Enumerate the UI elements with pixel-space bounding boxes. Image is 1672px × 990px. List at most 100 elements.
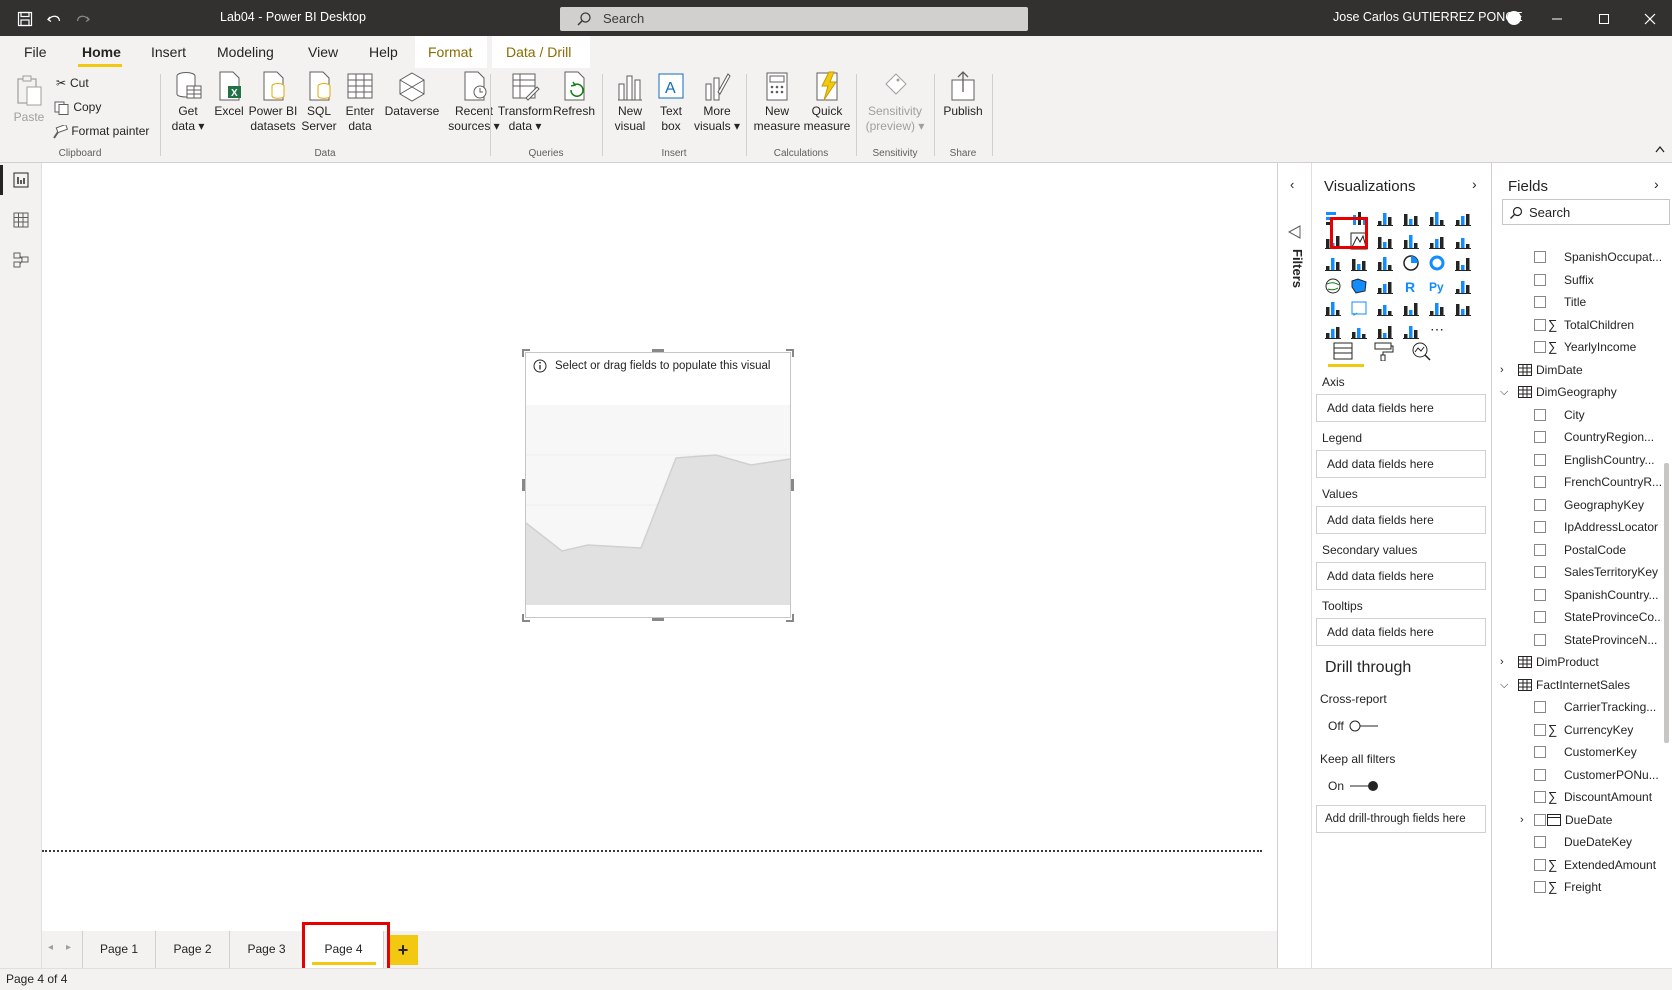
menu-modeling[interactable]: Modeling [217, 44, 274, 60]
filters-pane-collapsed[interactable]: ‹ Filters [1277, 163, 1311, 968]
page-tab-3[interactable]: Page 3 [230, 931, 304, 968]
waterfall-chart-icon[interactable] [1324, 254, 1344, 274]
menu-home[interactable]: Home [82, 44, 121, 60]
field-checkbox[interactable] [1534, 791, 1546, 803]
smart-narrative-icon[interactable] [1376, 322, 1396, 342]
more-visuals-dots-icon[interactable]: ⋯ [1428, 322, 1448, 342]
scatter-chart-icon[interactable] [1376, 254, 1396, 274]
field-checkbox[interactable] [1534, 701, 1546, 713]
values-drop-zone[interactable]: Add data fields here [1316, 506, 1486, 534]
resize-handle[interactable] [522, 479, 525, 491]
legend-drop-zone[interactable]: Add data fields here [1316, 450, 1486, 478]
field-item[interactable]: IpAddressLocator [1492, 515, 1662, 539]
field-item[interactable]: PostalCode [1492, 538, 1662, 562]
chevron-down-icon[interactable]: ⌵ [1500, 673, 1508, 697]
field-checkbox[interactable] [1534, 633, 1546, 646]
key-influencers-icon[interactable] [1454, 299, 1474, 319]
field-item[interactable]: DueDateKey [1492, 830, 1662, 854]
analytics-magnifier-icon[interactable] [1410, 341, 1432, 361]
resize-handle[interactable] [652, 349, 664, 352]
tooltips-drop-zone[interactable]: Add data fields here [1316, 618, 1486, 646]
power-bi-datasets-button[interactable]: Power BI datasets [246, 70, 300, 134]
gauge-icon[interactable] [1376, 277, 1396, 297]
collapse-fields-icon[interactable]: › [1654, 176, 1659, 192]
field-item[interactable]: StateProvinceCo... [1492, 605, 1662, 629]
field-checkbox[interactable] [1534, 881, 1546, 893]
line-stacked-column-icon[interactable] [1428, 232, 1448, 252]
menu-help[interactable]: Help [369, 44, 398, 60]
field-item[interactable]: ∑ ExtendedAmount [1492, 853, 1662, 877]
resize-handle[interactable] [786, 349, 794, 357]
chevron-right-icon[interactable]: › [1500, 650, 1504, 674]
resize-handle[interactable] [652, 618, 664, 621]
secondary-values-drop-zone[interactable]: Add data fields here [1316, 562, 1486, 590]
field-item[interactable]: EnglishCountry... [1492, 448, 1662, 472]
table-icon[interactable] [1350, 299, 1370, 319]
field-checkbox[interactable] [1534, 746, 1546, 758]
qa-icon[interactable] [1350, 322, 1370, 342]
field-checkbox[interactable] [1534, 318, 1546, 331]
matrix-icon[interactable] [1376, 299, 1396, 319]
tab-scroll-right-icon[interactable]: ▸ [66, 942, 71, 953]
map-icon[interactable] [1324, 277, 1344, 297]
field-item[interactable]: City [1492, 403, 1662, 427]
field-item[interactable]: CarrierTracking... [1492, 695, 1662, 719]
chevron-right-icon[interactable]: › [1520, 808, 1524, 832]
clustered-column-chart-icon[interactable] [1402, 209, 1422, 229]
text-box-button[interactable]: A Text box [652, 70, 690, 134]
100pct-bar-chart-icon[interactable] [1428, 209, 1448, 229]
report-canvas[interactable]: ⋯ Select or drag fields to populate this… [42, 163, 1277, 931]
field-item[interactable]: SpanishOccupat... [1492, 245, 1662, 269]
menu-insert[interactable]: Insert [151, 44, 186, 60]
field-item[interactable]: ∑ Freight [1492, 875, 1662, 899]
format-paintroller-icon[interactable] [1372, 341, 1394, 361]
python-visual-icon[interactable] [1428, 299, 1448, 319]
menu-format[interactable]: Format [428, 44, 472, 60]
field-checkbox[interactable] [1534, 296, 1546, 308]
sql-server-button[interactable]: SQL Server [298, 70, 340, 134]
copy-button[interactable]: Copy [54, 100, 101, 115]
tab-scroll-left-icon[interactable]: ◂ [48, 942, 53, 953]
field-checkbox[interactable] [1534, 543, 1546, 556]
kpi-icon[interactable] [1454, 277, 1474, 297]
card-icon[interactable]: R [1402, 277, 1422, 297]
field-item[interactable]: StateProvinceN... [1492, 628, 1662, 652]
r-visual-icon[interactable] [1402, 299, 1422, 319]
field-item[interactable]: FrenchCountryR... [1492, 470, 1662, 494]
user-avatar[interactable] [1507, 11, 1521, 25]
title-search-box[interactable]: Search [560, 7, 1028, 31]
field-checkbox[interactable] [1534, 611, 1546, 623]
collapse-ribbon-icon[interactable] [1654, 144, 1666, 154]
keep-filters-toggle[interactable] [1348, 779, 1380, 793]
paginated-report-icon[interactable] [1402, 322, 1422, 342]
clustered-bar-chart-icon[interactable] [1376, 209, 1396, 229]
axis-drop-zone[interactable]: Add data fields here [1316, 394, 1486, 422]
page-tab-2[interactable]: Page 2 [156, 931, 230, 968]
field-item[interactable]: ∑ TotalChildren [1492, 313, 1662, 337]
field-item[interactable]: CustomerPONu... [1492, 763, 1662, 787]
table-dimdate[interactable]: › DimDate [1492, 358, 1662, 382]
field-checkbox[interactable] [1534, 521, 1546, 533]
cross-report-toggle[interactable] [1348, 719, 1380, 733]
stacked-area-chart-icon[interactable] [1376, 232, 1396, 252]
menu-file[interactable]: File [24, 44, 47, 60]
drill-through-drop-zone[interactable]: Add drill-through fields here [1316, 805, 1486, 833]
field-item[interactable]: SalesTerritoryKey [1492, 560, 1662, 584]
funnel-icon[interactable] [1350, 254, 1370, 274]
field-checkbox[interactable] [1534, 476, 1546, 488]
resize-handle[interactable] [522, 349, 530, 357]
menu-data-drill[interactable]: Data / Drill [506, 44, 571, 60]
resize-handle[interactable] [522, 614, 530, 622]
new-visual-button[interactable]: New visual [608, 70, 652, 134]
transform-data-button[interactable]: Transform data ▾ [496, 70, 554, 134]
slicer-icon[interactable] [1324, 299, 1344, 319]
field-checkbox[interactable] [1534, 453, 1546, 466]
enter-data-button[interactable]: Enter data [340, 70, 380, 134]
get-data-button[interactable]: Get data ▾ [166, 70, 210, 134]
publish-button[interactable]: Publish [940, 70, 986, 119]
100pct-column-chart-icon[interactable] [1454, 209, 1474, 229]
field-checkbox[interactable] [1534, 858, 1546, 871]
table-dimproduct[interactable]: › DimProduct [1492, 650, 1662, 674]
chevron-right-icon[interactable]: › [1500, 358, 1504, 382]
field-checkbox[interactable] [1534, 341, 1546, 353]
